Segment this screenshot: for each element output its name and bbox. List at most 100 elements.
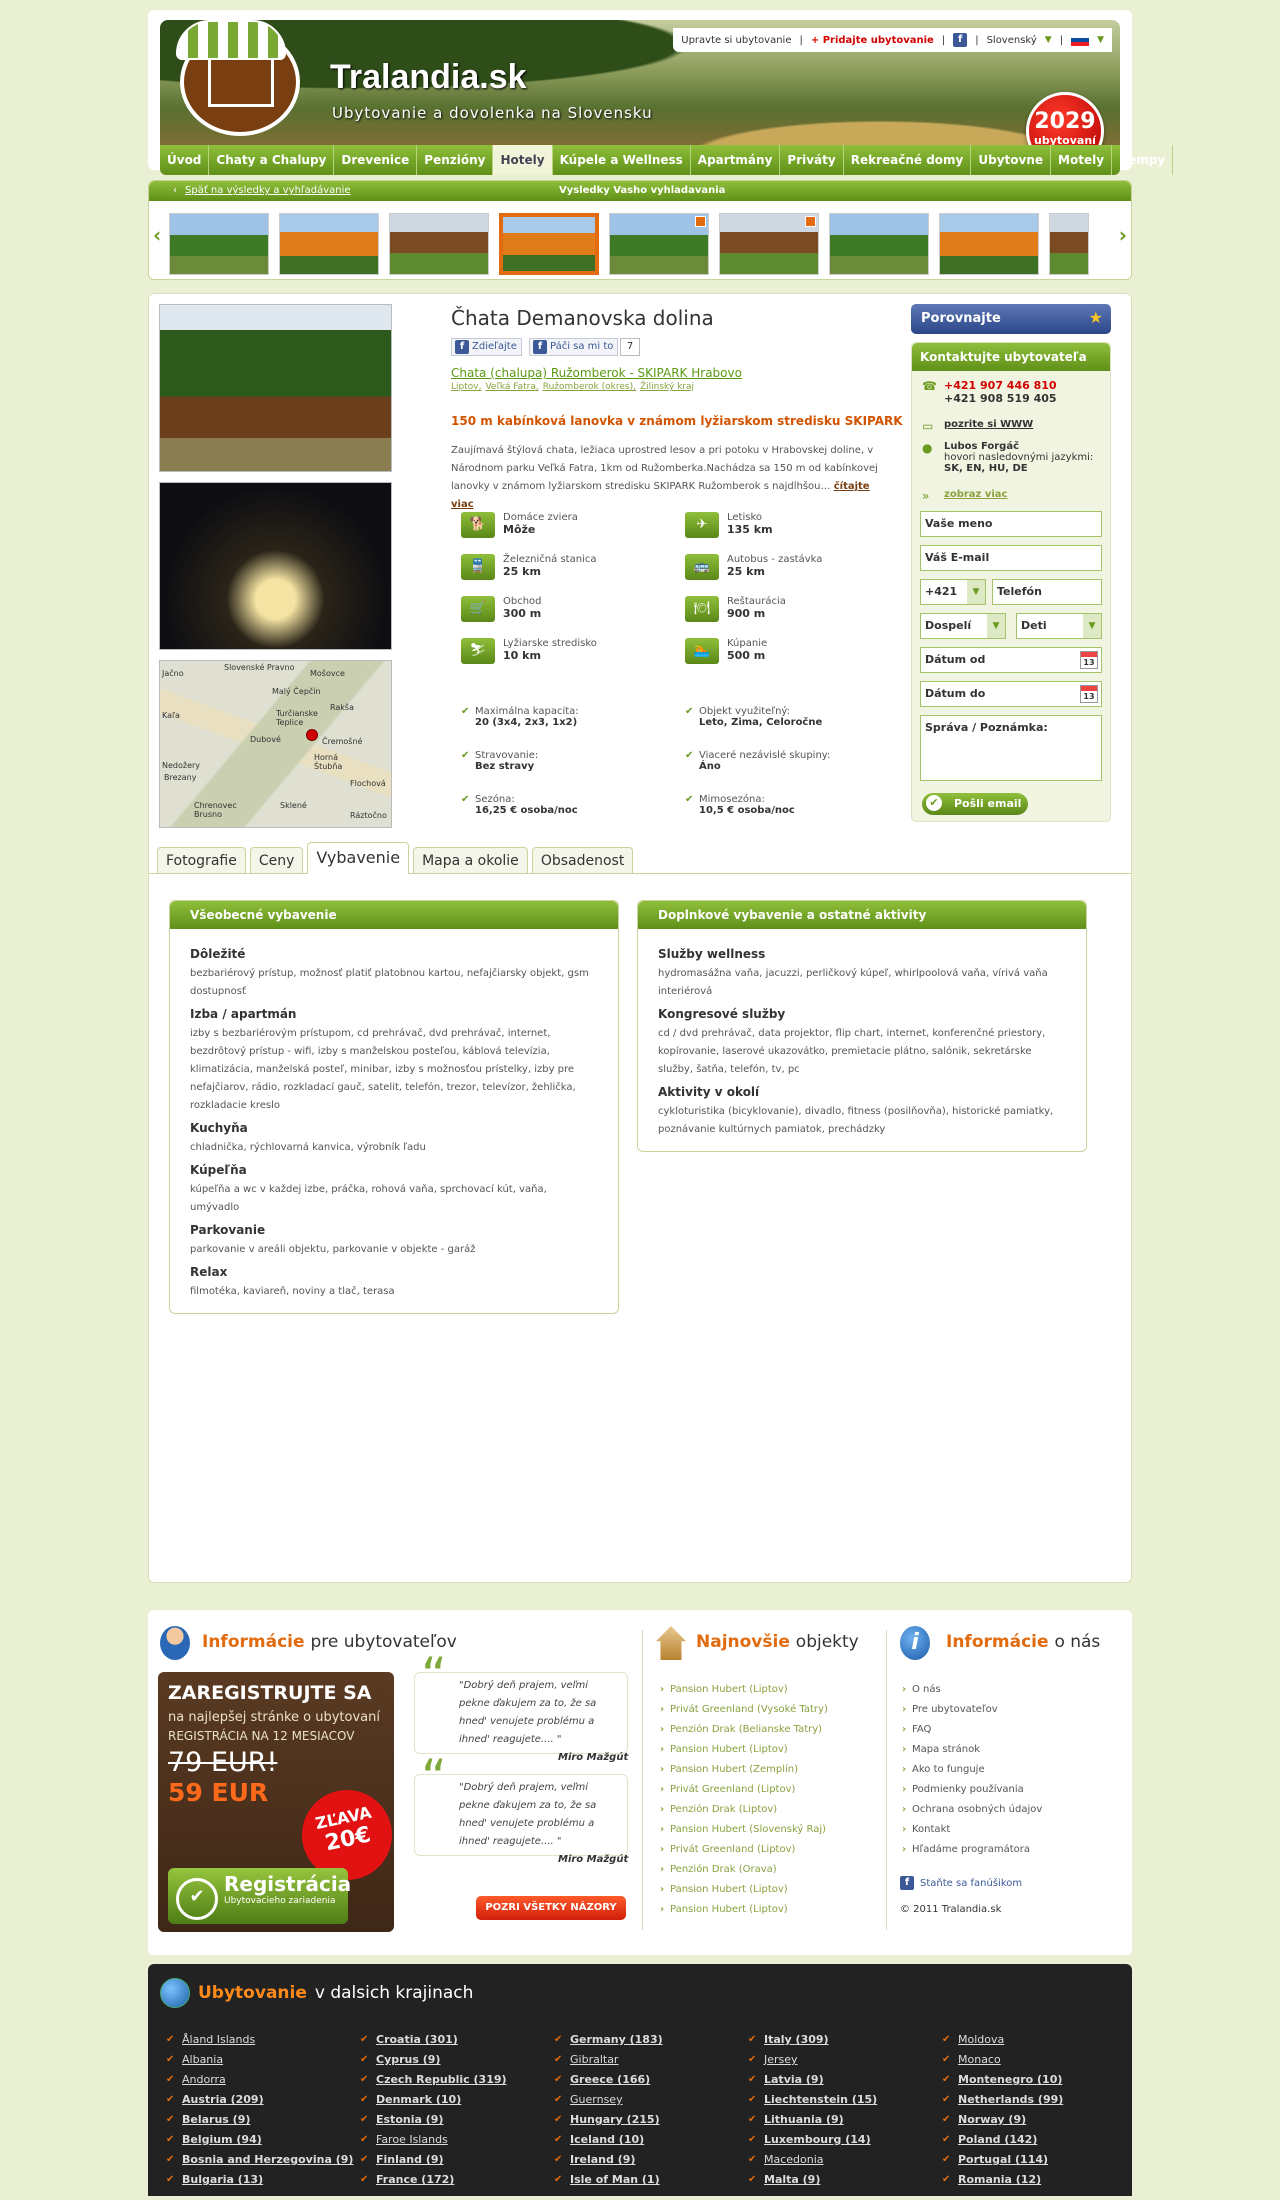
list-item[interactable]: Pansion Hubert (Liptov) xyxy=(658,1900,828,1920)
date-to-input[interactable]: Dátum do 13 xyxy=(920,681,1102,707)
list-item[interactable]: Pansion Hubert (Liptov) xyxy=(658,1880,828,1900)
nav-item[interactable]: Chaty a Chalupy xyxy=(209,145,335,175)
phone-number[interactable]: +421 908 519 405 xyxy=(944,392,1057,405)
country-link[interactable]: Guernsey xyxy=(554,2090,663,2110)
language-select[interactable]: Slovenský xyxy=(987,35,1037,46)
calendar-icon[interactable]: 13 xyxy=(1080,651,1098,669)
country-link[interactable]: Estonia (9) xyxy=(360,2110,507,2130)
list-item[interactable]: Kontakt xyxy=(900,1820,1042,1840)
result-thumbnail[interactable] xyxy=(719,213,819,275)
country-link[interactable]: Macedonia xyxy=(748,2150,877,2170)
country-link[interactable]: Germany (183) xyxy=(554,2030,663,2050)
list-item[interactable]: Ochrana osobných údajov xyxy=(900,1800,1042,1820)
country-link[interactable]: Portugal (114) xyxy=(942,2150,1063,2170)
message-textarea[interactable]: Správa / Poznámka: xyxy=(920,715,1102,781)
share-button[interactable]: f Zdieľajte xyxy=(451,338,522,356)
country-link[interactable]: Latvia (9) xyxy=(748,2070,877,2090)
country-link[interactable]: Hungary (215) xyxy=(554,2110,663,2130)
country-link[interactable]: Isle of Man (1) xyxy=(554,2170,663,2190)
brand-name[interactable]: Tralandia.sk xyxy=(330,58,527,97)
country-link[interactable]: Bosnia and Herzegovina (9) xyxy=(166,2150,353,2170)
country-link[interactable]: Romania (12) xyxy=(942,2170,1063,2190)
date-from-input[interactable]: Dátum od 13 xyxy=(920,647,1102,673)
breadcrumb-link[interactable]: Žilinský kraj xyxy=(640,382,694,392)
result-thumbnail[interactable] xyxy=(279,213,379,275)
country-link[interactable]: Belarus (9) xyxy=(166,2110,353,2130)
country-link[interactable]: Liechtenstein (15) xyxy=(748,2090,877,2110)
list-item[interactable]: Penzión Drak (Orava) xyxy=(658,1860,828,1880)
country-link[interactable]: Norway (9) xyxy=(942,2110,1063,2130)
add-listing-link[interactable]: + Pridajte ubytovanie xyxy=(811,35,934,46)
country-link[interactable]: Monaco xyxy=(942,2050,1063,2070)
country-link[interactable]: Lithuania (9) xyxy=(748,2110,877,2130)
nav-item[interactable]: Motely xyxy=(1051,145,1113,175)
nav-item[interactable]: Rekreačné domy xyxy=(844,145,972,175)
country-link[interactable]: Andorra xyxy=(166,2070,353,2090)
nav-item[interactable]: Kempy xyxy=(1112,145,1174,175)
list-item[interactable]: Ako to funguje xyxy=(900,1760,1042,1780)
listing-category-link[interactable]: Chata (chalupa) Ružomberok - SKIPARK Hra… xyxy=(451,366,742,380)
country-link[interactable]: Åland Islands xyxy=(166,2030,353,2050)
country-link[interactable]: Czech Republic (319) xyxy=(360,2070,507,2090)
all-reviews-button[interactable]: POZRI VŠETKY NÁZORY xyxy=(476,1896,626,1920)
gallery-next-arrow-icon[interactable]: › xyxy=(1119,223,1127,247)
phone-number[interactable]: +421 907 446 810 xyxy=(944,379,1057,392)
back-to-results-link[interactable]: Späť na výsledky a vyhľadávanie xyxy=(185,181,351,201)
chevron-down-icon[interactable]: ▼ xyxy=(1045,35,1052,45)
name-input[interactable]: Vaše meno xyxy=(920,511,1102,537)
list-item[interactable]: FAQ xyxy=(900,1720,1042,1740)
location-map[interactable]: Slovenské Pravno Mošovce Jačno Malý Čepč… xyxy=(159,660,392,828)
country-link[interactable]: Moldova xyxy=(942,2030,1063,2050)
country-link[interactable]: Gibraltar xyxy=(554,2050,663,2070)
country-link[interactable]: Iceland (10) xyxy=(554,2130,663,2150)
country-link[interactable]: Netherlands (99) xyxy=(942,2090,1063,2110)
adults-select[interactable]: Dospelí ▼ xyxy=(920,613,1006,639)
nav-item[interactable]: Priváty xyxy=(780,145,844,175)
fan-link[interactable]: f Staňte sa fanúšikom xyxy=(900,1876,1022,1890)
list-item[interactable]: Pansion Hubert (Zemplín) xyxy=(658,1760,828,1780)
breadcrumb-link[interactable]: Liptov, xyxy=(451,382,481,392)
country-link[interactable]: Montenegro (10) xyxy=(942,2070,1063,2090)
list-item[interactable]: Hľadáme programátora xyxy=(900,1840,1042,1860)
country-link[interactable]: Bulgaria (13) xyxy=(166,2170,353,2190)
show-more-link[interactable]: zobraz viac xyxy=(944,489,1007,503)
register-button[interactable]: RegistráciaUbytovacieho zariadenia xyxy=(168,1868,351,1924)
country-link[interactable]: Croatia (301) xyxy=(360,2030,507,2050)
nav-item[interactable]: Úvod xyxy=(160,145,210,175)
country-link[interactable]: Malta (9) xyxy=(748,2170,877,2190)
country-link[interactable]: Greece (166) xyxy=(554,2070,663,2090)
result-thumbnail[interactable] xyxy=(939,213,1039,275)
listing-photo-summer[interactable] xyxy=(159,304,392,472)
result-thumbnail[interactable] xyxy=(1049,213,1089,275)
list-item[interactable]: Privát Greenland (Liptov) xyxy=(658,1780,828,1800)
edit-listing-link[interactable]: Upravte si ubytovanie xyxy=(681,35,791,46)
facebook-icon[interactable]: f xyxy=(953,33,968,47)
country-link[interactable]: Cyprus (9) xyxy=(360,2050,507,2070)
country-link[interactable]: Poland (142) xyxy=(942,2130,1063,2150)
list-item[interactable]: Privát Greenland (Vysoké Tatry) xyxy=(658,1700,828,1720)
nav-item-active[interactable]: Hotely xyxy=(493,145,553,175)
result-thumbnail-selected[interactable] xyxy=(499,213,599,275)
location-marker-icon[interactable] xyxy=(306,729,318,741)
country-link[interactable]: Jersey xyxy=(748,2050,877,2070)
tab-photos[interactable]: Fotografie xyxy=(157,847,246,873)
compare-button[interactable]: Porovnajte ★ xyxy=(911,304,1111,334)
country-link[interactable]: Austria (209) xyxy=(166,2090,353,2110)
tab-prices[interactable]: Ceny xyxy=(249,847,304,873)
calendar-icon[interactable]: 13 xyxy=(1080,685,1098,703)
tab-map[interactable]: Mapa a okolie xyxy=(413,847,528,873)
gallery-prev-arrow-icon[interactable]: ‹ xyxy=(153,223,161,247)
breadcrumb-link[interactable]: Veľká Fatra, xyxy=(485,382,538,392)
list-item[interactable]: Podmienky používania xyxy=(900,1780,1042,1800)
country-link[interactable]: France (172) xyxy=(360,2170,507,2190)
list-item[interactable]: Pre ubytovateľov xyxy=(900,1700,1042,1720)
list-item[interactable]: Pansion Hubert (Liptov) xyxy=(658,1680,828,1700)
nav-item[interactable]: Kúpele a Wellness xyxy=(553,145,691,175)
send-email-button[interactable]: Pošli email xyxy=(922,793,1028,815)
result-thumbnail[interactable] xyxy=(169,213,269,275)
nav-item[interactable]: Ubytovne xyxy=(971,145,1052,175)
country-link[interactable]: Italy (309) xyxy=(748,2030,877,2050)
phone-input[interactable]: Telefón xyxy=(992,579,1102,605)
nav-item[interactable]: Penzióny xyxy=(417,145,494,175)
list-item[interactable]: Privát Greenland (Liptov) xyxy=(658,1840,828,1860)
